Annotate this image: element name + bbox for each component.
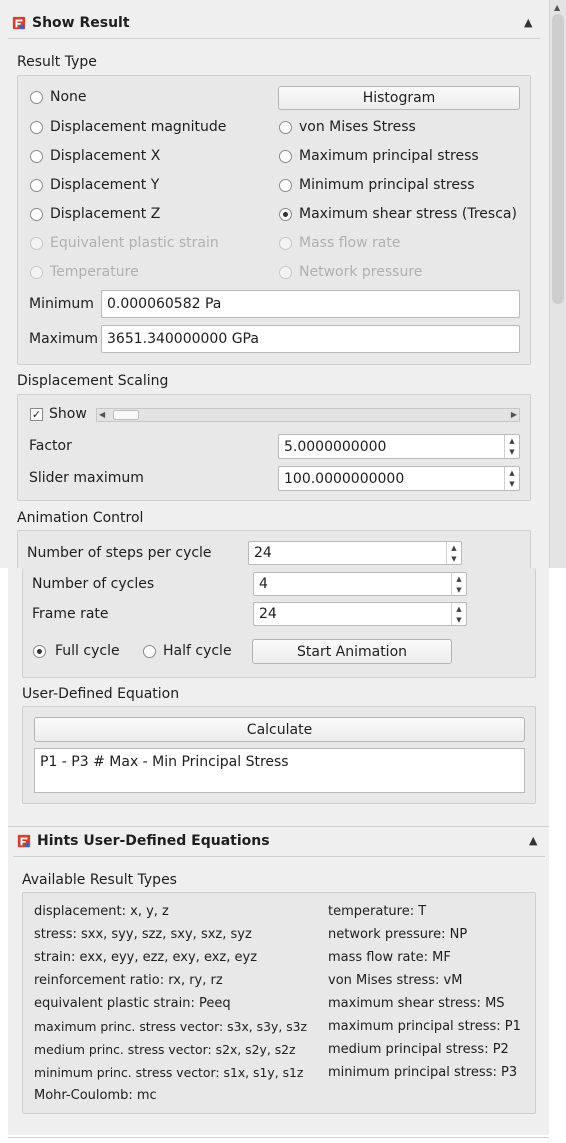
- spin-up-icon[interactable]: ▲: [452, 603, 466, 614]
- slider-right-arrow[interactable]: ▶: [511, 409, 517, 421]
- equation-textarea[interactable]: P1 - P3 # Max - Min Principal Stress: [34, 748, 525, 793]
- hint-left-2: strain: exx, eyy, ezz, exy, exz, eyz: [34, 950, 258, 965]
- hint-left-8: Mohr-Coulomb: mc: [34, 1088, 157, 1103]
- start-animation-button[interactable]: Start Animation: [252, 639, 452, 664]
- cycles-label: Number of cycles: [32, 576, 155, 592]
- hint-right-4: maximum shear stress: MS: [328, 996, 505, 1011]
- hint-right-6: medium principal stress: P2: [328, 1042, 509, 1057]
- radio-none[interactable]: None: [30, 86, 87, 108]
- maximum-label: Maximum: [29, 331, 98, 347]
- result-type-title: Result Type: [17, 54, 97, 70]
- radio-full-cycle[interactable]: Full cycle: [33, 640, 120, 662]
- hint-left-6: medium princ. stress vector: s2x, s2y, s…: [34, 1042, 296, 1057]
- hints-title: Hints User-Defined Equations: [37, 833, 270, 849]
- factor-spinbox[interactable]: 5.0000000000 ▲ ▼: [278, 434, 520, 459]
- spin-down-icon[interactable]: ▼: [505, 447, 519, 459]
- displacement-slider[interactable]: ◀ ▶: [96, 408, 520, 422]
- chevron-up-icon[interactable]: ▲: [524, 16, 532, 29]
- freecad-fem-icon: [12, 16, 26, 30]
- show-result-header[interactable]: Show Result: [12, 5, 130, 41]
- scrollbar[interactable]: ▲: [549, 0, 566, 568]
- hint-right-0: temperature: T: [328, 904, 427, 919]
- bottom-divider: [8, 1137, 549, 1138]
- radio-maximum-shear-stress[interactable]: Maximum shear stress (Tresca): [279, 203, 517, 225]
- minimum-label: Minimum: [29, 296, 94, 312]
- hint-left-0: displacement: x, y, z: [34, 904, 169, 919]
- spin-down-icon[interactable]: ▼: [505, 479, 519, 491]
- spin-up-icon[interactable]: ▲: [452, 573, 466, 584]
- user-equation-title: User-Defined Equation: [22, 686, 180, 702]
- hint-right-5: maximum principal stress: P1: [328, 1019, 521, 1034]
- frame-rate-spinbox[interactable]: 24 ▲ ▼: [253, 602, 467, 626]
- check-icon: ✓: [30, 407, 43, 421]
- slider-maximum-spinbox[interactable]: 100.0000000000 ▲ ▼: [278, 466, 520, 491]
- chevron-up-icon[interactable]: ▲: [529, 834, 537, 847]
- radio-network-pressure: Network pressure: [279, 261, 422, 283]
- spin-down-icon[interactable]: ▼: [452, 614, 466, 625]
- hint-left-4: equivalent plastic strain: Peeq: [34, 996, 231, 1011]
- radio-maximum-principal-stress[interactable]: Maximum principal stress: [279, 145, 479, 167]
- radio-displacement-z[interactable]: Displacement Z: [30, 203, 160, 225]
- hints-header-divider: [13, 856, 545, 857]
- spin-up-icon[interactable]: ▲: [505, 435, 519, 447]
- hint-left-5: maximum princ. stress vector: s3x, s3y, …: [34, 1019, 308, 1034]
- hint-left-7: minimum princ. stress vector: s1x, s1y, …: [34, 1065, 304, 1080]
- animation-control-title: Animation Control: [17, 510, 144, 526]
- frame-rate-label: Frame rate: [32, 606, 109, 622]
- radio-mass-flow-rate: Mass flow rate: [279, 232, 400, 254]
- radio-displacement-y[interactable]: Displacement Y: [30, 174, 159, 196]
- factor-label: Factor: [29, 438, 72, 454]
- scrollbar-up-arrow[interactable]: ▲: [554, 3, 560, 12]
- hints-header[interactable]: Hints User-Defined Equations: [17, 823, 270, 859]
- cycles-spinbox[interactable]: 4 ▲ ▼: [253, 572, 467, 596]
- header-divider: [8, 38, 540, 39]
- show-checkbox[interactable]: ✓ Show: [30, 406, 87, 422]
- hint-left-3: reinforcement ratio: rx, ry, rz: [34, 973, 223, 988]
- steps-spinbox[interactable]: 24 ▲ ▼: [248, 541, 462, 565]
- radio-displacement-magnitude[interactable]: Displacement magnitude: [30, 116, 226, 138]
- slider-maximum-label: Slider maximum: [29, 470, 144, 486]
- calculate-button[interactable]: Calculate: [34, 717, 525, 742]
- radio-half-cycle[interactable]: Half cycle: [143, 640, 232, 662]
- available-result-types-title: Available Result Types: [22, 872, 177, 888]
- hint-right-3: von Mises stress: vM: [328, 973, 463, 988]
- maximum-field[interactable]: 3651.340000000 GPa: [101, 325, 520, 353]
- spin-up-icon[interactable]: ▲: [505, 467, 519, 479]
- hint-right-1: network pressure: NP: [328, 927, 468, 942]
- radio-minimum-principal-stress[interactable]: Minimum principal stress: [279, 174, 475, 196]
- steps-label: Number of steps per cycle: [27, 545, 212, 561]
- scrollbar-thumb[interactable]: [552, 14, 564, 304]
- spin-down-icon[interactable]: ▼: [447, 553, 461, 564]
- minimum-field[interactable]: 0.000060582 Pa: [101, 290, 520, 318]
- hint-right-2: mass flow rate: MF: [328, 950, 451, 965]
- radio-equivalent-plastic-strain: Equivalent plastic strain: [30, 232, 219, 254]
- spin-up-icon[interactable]: ▲: [447, 542, 461, 553]
- slider-left-arrow[interactable]: ◀: [99, 409, 105, 421]
- radio-displacement-x[interactable]: Displacement X: [30, 145, 160, 167]
- spin-down-icon[interactable]: ▼: [452, 584, 466, 595]
- hint-left-1: stress: sxx, syy, szz, sxy, sxz, syz: [34, 927, 252, 942]
- radio-von-mises-stress[interactable]: von Mises Stress: [279, 116, 416, 138]
- displacement-scaling-title: Displacement Scaling: [17, 373, 169, 389]
- freecad-fem-icon: [17, 834, 31, 848]
- slider-handle[interactable]: [113, 410, 139, 420]
- radio-temperature: Temperature: [30, 261, 139, 283]
- histogram-button[interactable]: Histogram: [278, 86, 520, 110]
- hint-right-7: minimum principal stress: P3: [328, 1065, 518, 1080]
- panel-title: Show Result: [32, 15, 130, 31]
